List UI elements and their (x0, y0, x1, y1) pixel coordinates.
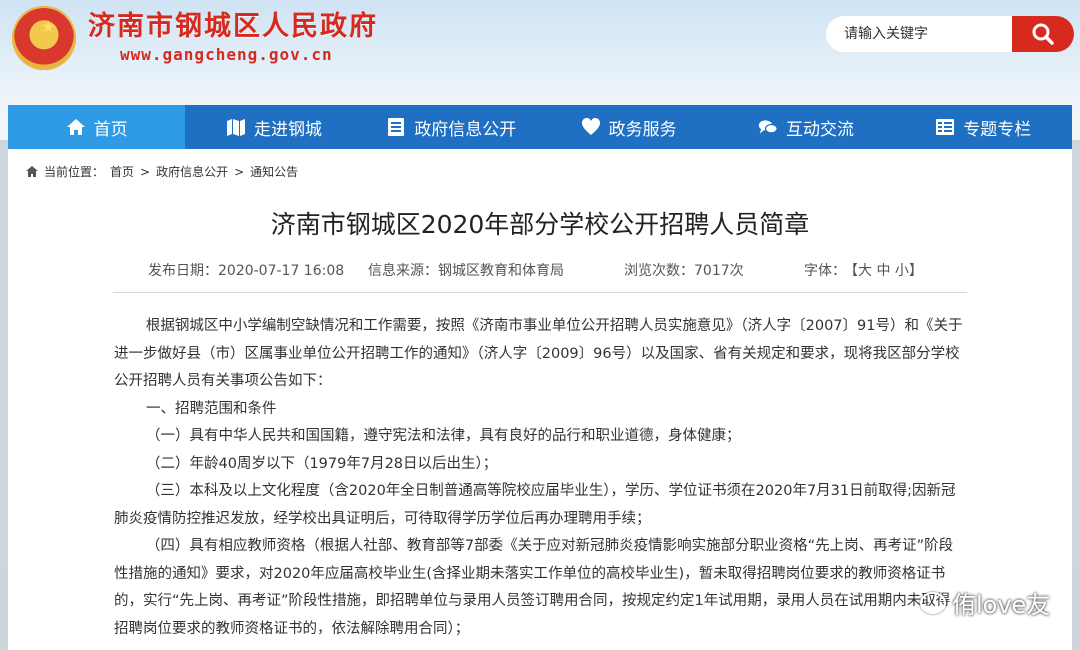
search-box (826, 16, 1074, 52)
home-icon (66, 119, 85, 135)
nav-item-label: 专题专栏 (963, 119, 1032, 140)
map-icon (226, 119, 245, 136)
nav-item-label: 互动交流 (785, 119, 854, 140)
content-panel: 当前位置： 首页 > 政府信息公开 > 通知公告 济南市钢城区2020年部分学校公开招聘人… (8, 149, 1072, 650)
site-header: ★ 济南市钢城区人民政府 www.gangcheng.gov.cn (0, 0, 1080, 105)
divider (113, 292, 967, 293)
paragraph: （二）年龄40周岁以下（1979年7月28日以后出生）； (146, 455, 498, 472)
heart-icon (581, 118, 600, 135)
nav-item-home[interactable]: 首页 (8, 105, 186, 149)
column-icon (936, 119, 955, 135)
chat-icon (758, 120, 778, 134)
site-title: 济南市钢城区人民政府 (88, 11, 378, 42)
national-emblem-icon: ★ (12, 6, 76, 70)
paragraph: （三）本科及以上文化程度（含2020年全日制普通高等院校应届毕业生），学历、学位… (114, 483, 956, 527)
search-button[interactable] (1012, 16, 1074, 52)
location-icon (26, 165, 38, 177)
nav-item-about[interactable]: 走进钢城 (185, 105, 362, 149)
info-source: 信息来源：钢城区教育和体育局 (368, 263, 564, 279)
breadcrumb-sep: > (234, 164, 245, 179)
breadcrumb: 当前位置： 首页 > 政府信息公开 > 通知公告 (26, 163, 298, 180)
list-icon (388, 118, 405, 136)
nav-item-label: 政务服务 (608, 119, 677, 140)
breadcrumb-link-notice[interactable]: 通知公告 (250, 163, 298, 180)
breadcrumb-link-home[interactable]: 首页 (110, 163, 134, 180)
nav-item-label: 首页 (93, 119, 128, 140)
wechat-logo-icon (920, 591, 946, 614)
nav-item-info-disclosure[interactable]: 政府信息公开 (363, 105, 540, 149)
font-size-label: 字体： (804, 263, 846, 279)
paragraph: （四）具有相应教师资格（根据人社部、教育部等7部委《关于应对新冠肺炎疫情影响实施… (114, 538, 954, 637)
nav-item-label: 走进钢城 (253, 119, 322, 140)
article-body: 根据钢城区中小学编制空缺情况和工作需要，按照《济南市事业单位公开招聘人员实施意见… (114, 313, 964, 643)
article-title: 济南市钢城区2020年部分学校公开招聘人员简章 (270, 210, 810, 239)
breadcrumb-link-info[interactable]: 政府信息公开 (156, 163, 228, 180)
nav-item-label: 政府信息公开 (414, 119, 517, 140)
font-size-switch[interactable]: 【大 中 小】 (844, 260, 923, 280)
main-nav: 首页 走进钢城 政府信息公开 政务服务 互动交流 专题专栏 (8, 105, 1072, 149)
breadcrumb-prefix: 当前位置： (44, 165, 105, 179)
nav-item-topics[interactable]: 专题专栏 (895, 105, 1072, 149)
site-url: www.gangcheng.gov.cn (120, 45, 333, 64)
publish-date: 发布日期：2020-07-17 16:08 (148, 263, 345, 279)
search-input[interactable] (826, 16, 1022, 52)
paragraph: 一、招聘范围和条件 (146, 400, 277, 417)
paragraph: （一）具有中华人民共和国国籍，遵守宪法和法律，具有良好的品行和职业道德，身体健康… (146, 428, 741, 444)
watermark: 侑love友 (920, 585, 1050, 620)
view-count: 浏览次数：7017次 (624, 263, 744, 279)
nav-item-interaction[interactable]: 互动交流 (717, 105, 894, 149)
breadcrumb-sep: > (140, 164, 151, 179)
paragraph: 根据钢城区中小学编制空缺情况和工作需要，按照《济南市事业单位公开招聘人员实施意见… (114, 318, 963, 389)
watermark-text: 侑love友 (952, 591, 1051, 619)
search-icon (1032, 23, 1054, 45)
nav-item-services[interactable]: 政务服务 (540, 105, 717, 149)
